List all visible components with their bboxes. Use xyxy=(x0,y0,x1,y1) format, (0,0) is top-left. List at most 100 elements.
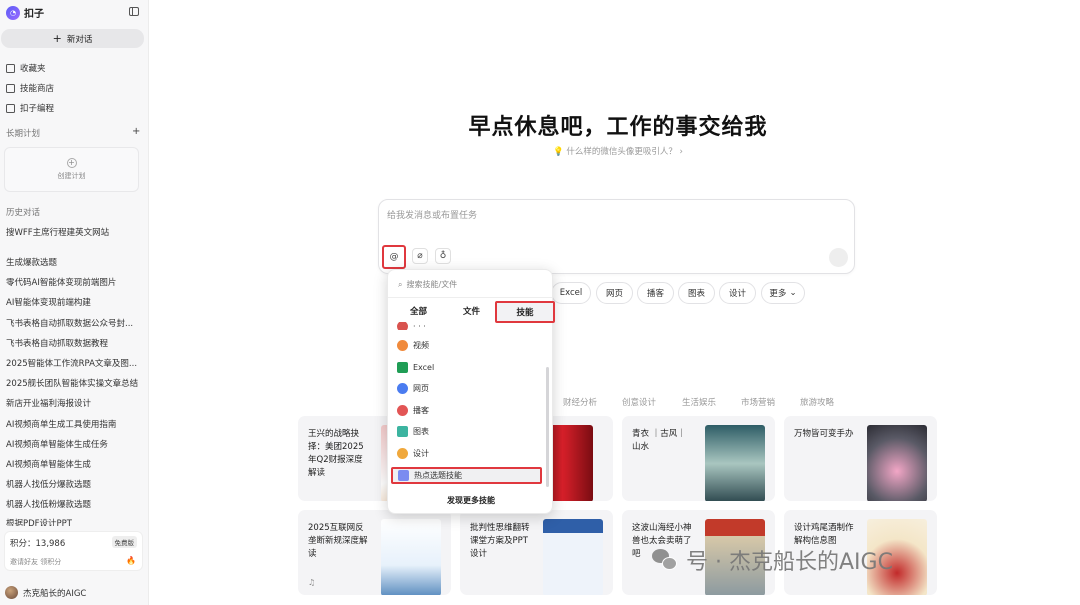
paperclip-icon: ⌀ xyxy=(417,251,423,261)
chip-more[interactable]: 更多 ⌄ xyxy=(761,282,805,304)
chart-icon xyxy=(397,426,408,437)
chip-design[interactable]: 设计 xyxy=(719,282,756,304)
skill-label: 设计 xyxy=(413,449,429,458)
create-plan-label: 创建计划 xyxy=(57,172,86,180)
send-button[interactable] xyxy=(829,248,848,267)
skill-label: 热点选题技能 xyxy=(414,471,462,480)
history-item[interactable]: 零代码AI智能体变现前端图片 xyxy=(6,276,144,288)
history-item[interactable]: AI智能体变现前端构建 xyxy=(6,296,144,308)
skill-icon xyxy=(397,322,408,330)
history-item[interactable]: 飞书表格自动抓取数据公众号封... xyxy=(6,317,144,329)
chip-chart[interactable]: 图表 xyxy=(678,282,715,304)
skill-picker-popup: ⌕ 搜索技能/文件 全部 文件 技能 · · · 视频 Excel 网页 播客 … xyxy=(387,269,555,514)
palette-icon xyxy=(397,448,408,459)
popup-search-input[interactable]: 搜索技能/文件 xyxy=(406,279,457,290)
card-title: 批判性思维翻转课堂方案及PPT设计 xyxy=(470,523,530,559)
example-card[interactable]: 万物皆可变手办 xyxy=(784,416,937,501)
history-item[interactable]: 2025智能体工作流RPA文章及图... xyxy=(6,357,144,369)
history-item[interactable]: 新店开业福利海报设计 xyxy=(6,397,144,409)
example-card[interactable]: 青衣 ｜古风｜山水 xyxy=(622,416,775,501)
nav-label: 收藏夹 xyxy=(20,64,46,74)
history-item[interactable]: 2025舰长团队智能体实操文章总结 xyxy=(6,377,144,389)
user-name: 杰克船长的AIGC xyxy=(23,588,87,599)
history-item[interactable]: 根据PDF设计PPT xyxy=(6,517,144,526)
podcast-icon xyxy=(397,405,408,416)
skill-item-chart[interactable]: 图表 xyxy=(397,426,429,437)
skill-item-podcast[interactable]: 播客 xyxy=(397,405,429,416)
card-title: 王兴的战略抉择：美团2025年Q2财报深度解读 xyxy=(308,429,364,478)
category-tab[interactable]: 财经分析 xyxy=(563,396,597,408)
card-title: 万物皆可变手办 xyxy=(794,429,854,439)
skill-label: · · · xyxy=(413,322,426,330)
history-item[interactable]: 生成爆款选题 xyxy=(6,256,144,268)
chip-web[interactable]: 网页 xyxy=(596,282,633,304)
history-item[interactable]: AI视频商单智能体生成任务 xyxy=(6,438,144,450)
skill-item-hot-topics[interactable]: 热点选题技能 xyxy=(391,467,542,484)
popup-search[interactable]: ⌕ 搜索技能/文件 xyxy=(398,279,457,290)
coze-logo-icon: ◔ xyxy=(6,5,20,20)
skill-label: 网页 xyxy=(413,384,429,393)
skill-label: 图表 xyxy=(413,427,429,436)
nav-favorites[interactable]: 收藏夹 xyxy=(6,62,46,74)
watermark: 号 · 杰克船长的AIGC xyxy=(652,544,893,576)
page-title: 早点休息吧，工作的事交给我 xyxy=(468,114,768,140)
history-item[interactable]: 机器人找低分爆款选题 xyxy=(6,478,144,490)
store-icon xyxy=(6,83,15,93)
category-tab[interactable]: 生活娱乐 xyxy=(682,396,716,408)
excel-icon xyxy=(397,362,408,373)
card-image xyxy=(381,519,441,595)
plan-badge[interactable]: 免费版 xyxy=(111,536,137,548)
chip-more-label: 更多 xyxy=(769,289,787,299)
chevron-right-icon: › xyxy=(679,147,683,157)
skill-item-partial[interactable]: · · · xyxy=(397,322,426,330)
history-item[interactable]: 机器人找低粉爆款选题 xyxy=(6,498,144,510)
chip-podcast[interactable]: 播客 xyxy=(637,282,674,304)
attach-button[interactable]: ⌀ xyxy=(412,248,428,264)
skill-item-excel[interactable]: Excel xyxy=(397,362,434,373)
history-item[interactable]: 飞书表格自动抓取数据教程 xyxy=(6,337,144,349)
skill-item-web[interactable]: 网页 xyxy=(397,383,429,394)
skill-item-video[interactable]: 视频 xyxy=(397,340,429,351)
suggestion-link[interactable]: 💡 什么样的微信头像更吸引人？ › xyxy=(0,145,1080,157)
new-chat-button[interactable]: + 新对话 xyxy=(1,29,144,48)
popup-scrollbar[interactable] xyxy=(546,367,549,487)
fire-icon: 🔥 xyxy=(126,556,136,565)
skill-item-design[interactable]: 设计 xyxy=(397,448,429,459)
bulb-icon: ♁ xyxy=(439,251,447,261)
example-card[interactable]: 批判性思维翻转课堂方案及PPT设计 xyxy=(460,510,613,595)
globe-icon xyxy=(397,383,408,394)
card-image xyxy=(705,425,765,501)
category-tab[interactable]: 创意设计 xyxy=(622,396,656,408)
history-item[interactable]: AI视频商单智能体生成 xyxy=(6,458,144,470)
example-card[interactable]: 2025互联网反垄断新规深度解读 ♫ xyxy=(298,510,451,595)
chip-excel[interactable]: Excel xyxy=(551,282,591,304)
watermark-text: 号 · 杰克船长的AIGC xyxy=(686,550,893,575)
category-tab[interactable]: 旅游攻略 xyxy=(800,396,834,408)
tab-files[interactable]: 文件 xyxy=(463,305,480,317)
history-item[interactable]: AI视频商单生成工具使用指南 xyxy=(6,418,144,430)
card-image xyxy=(543,519,603,595)
history-item[interactable]: 搜WFF主席行程建英文网站 xyxy=(6,226,144,238)
message-input[interactable]: 给我发消息或布置任务 xyxy=(387,208,477,221)
invite-link[interactable]: 邀请好友 领积分 xyxy=(10,557,61,567)
wechat-icon xyxy=(652,549,678,571)
tab-skills[interactable]: 技能 xyxy=(495,301,555,323)
at-icon: @ xyxy=(389,252,399,262)
idea-button[interactable]: ♁ xyxy=(435,248,451,264)
video-icon xyxy=(397,340,408,351)
tab-all[interactable]: 全部 xyxy=(410,305,427,317)
category-tab[interactable]: 市场营销 xyxy=(741,396,775,408)
add-circle-icon: + xyxy=(66,158,77,168)
sidebar-toggle-icon[interactable] xyxy=(129,7,139,16)
nav-skill-store[interactable]: 技能商店 xyxy=(6,82,54,94)
hot-topic-icon xyxy=(398,470,409,481)
mention-button-highlight[interactable]: @ xyxy=(382,245,406,269)
brand-name: 扣子 xyxy=(24,9,44,20)
card-title: 青衣 ｜古风｜山水 xyxy=(632,429,686,452)
plus-icon: + xyxy=(52,32,62,45)
discover-more-skills-button[interactable]: 发现更多技能 xyxy=(396,492,546,508)
brand[interactable]: ◔ 扣子 xyxy=(6,5,44,20)
user-profile[interactable]: 杰克船长的AIGC xyxy=(5,586,86,599)
nav-label: 技能商店 xyxy=(20,84,55,94)
suggestion-text: 什么样的微信头像更吸引人？ xyxy=(566,147,677,157)
